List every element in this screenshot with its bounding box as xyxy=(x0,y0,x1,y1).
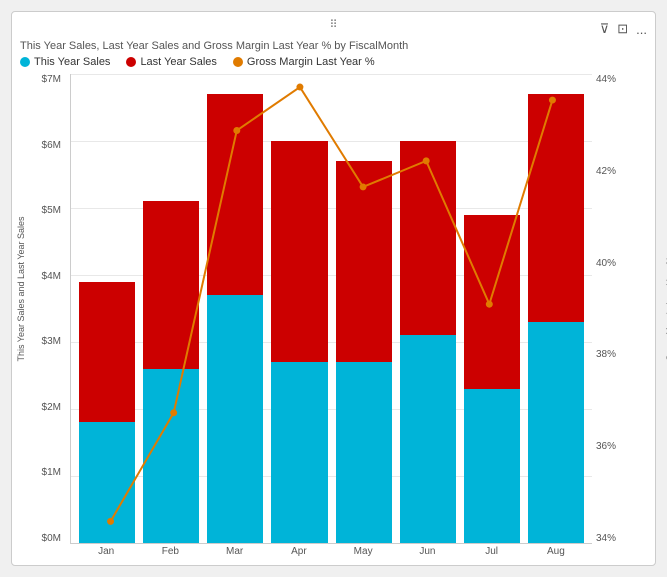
bars-container xyxy=(71,74,592,543)
bar-segment-red xyxy=(143,201,199,368)
y-left-label-6m: $6M xyxy=(42,140,61,151)
y-axis-left-label: This Year Sales and Last Year Sales xyxy=(16,216,26,361)
chart-legend: This Year Sales Last Year Sales Gross Ma… xyxy=(20,56,647,68)
bar-segment-red xyxy=(207,94,263,295)
legend-item-this-year: This Year Sales xyxy=(20,56,110,68)
y-axis-right: 44% 43% 42% 41% 40% 39% 38% 37% 36% 35% … xyxy=(592,74,660,544)
y-left-label-5m: $5M xyxy=(42,205,61,216)
more-icon[interactable]: ... xyxy=(636,22,647,37)
bar-segment-red xyxy=(528,94,584,322)
bar-segment-cyan xyxy=(79,422,135,543)
bar-segment-cyan xyxy=(271,362,327,543)
bar-group xyxy=(271,74,327,543)
bar-group xyxy=(400,74,456,543)
y-left-label-1m: $1M xyxy=(42,467,61,478)
bar-group xyxy=(464,74,520,543)
legend-dot-red xyxy=(126,57,136,67)
y-right-label-40: 40% xyxy=(596,258,616,269)
legend-item-last-year: Last Year Sales xyxy=(126,56,216,68)
bar-segment-red xyxy=(336,161,392,362)
legend-label-this-year: This Year Sales xyxy=(34,56,110,68)
chart-area: $7M $6M $5M $4M $3M $2M $1M $0M xyxy=(20,74,647,544)
x-label-jun: Jun xyxy=(399,546,455,557)
y-left-label-4m: $4M xyxy=(42,271,61,282)
x-labels-row: Jan Feb Mar Apr May Jun Jul Aug xyxy=(70,546,592,557)
y-axis-left: $7M $6M $5M $4M $3M $2M $1M $0M xyxy=(20,74,65,544)
y-left-label-3m: $3M xyxy=(42,336,61,347)
y-right-label-36: 36% xyxy=(596,441,616,452)
legend-label-last-year: Last Year Sales xyxy=(140,56,216,68)
y-right-label-44: 44% xyxy=(596,74,616,85)
bar-segment-cyan xyxy=(207,295,263,543)
bar-group xyxy=(79,74,135,543)
x-label-aug: Aug xyxy=(528,546,584,557)
legend-dot-cyan xyxy=(20,57,30,67)
y-right-label-34: 34% xyxy=(596,533,616,544)
y-left-label-7m: $7M xyxy=(42,74,61,85)
legend-dot-orange xyxy=(233,57,243,67)
legend-label-gross-margin: Gross Margin Last Year % xyxy=(247,56,375,68)
y-right-label-42: 42% xyxy=(596,166,616,177)
y-left-label-0m: $0M xyxy=(42,533,61,544)
chart-card: ⠿ ⊽ ⊡ ... This Year Sales, Last Year Sal… xyxy=(11,11,656,566)
x-label-jan: Jan xyxy=(78,546,134,557)
top-bar: ⠿ ⊽ ⊡ ... xyxy=(20,20,647,38)
bar-segment-red xyxy=(79,282,135,423)
bar-group xyxy=(336,74,392,543)
x-axis-labels: Jan Feb Mar Apr May Jun Jul Aug xyxy=(20,544,647,557)
filter-icon[interactable]: ⊽ xyxy=(600,21,610,37)
legend-item-gross-margin: Gross Margin Last Year % xyxy=(233,56,375,68)
plot-area xyxy=(70,74,592,544)
bar-segment-cyan xyxy=(143,369,199,543)
bar-segment-cyan xyxy=(464,389,520,543)
x-label-feb: Feb xyxy=(142,546,198,557)
bar-segment-cyan xyxy=(400,335,456,543)
bar-segment-red xyxy=(464,215,520,389)
x-label-mar: Mar xyxy=(207,546,263,557)
x-label-apr: Apr xyxy=(271,546,327,557)
bar-segment-cyan xyxy=(336,362,392,543)
y-left-label-2m: $2M xyxy=(42,402,61,413)
bar-segment-red xyxy=(400,141,456,335)
expand-icon[interactable]: ⊡ xyxy=(617,21,628,37)
x-label-jul: Jul xyxy=(464,546,520,557)
bar-segment-red xyxy=(271,141,327,362)
bar-group xyxy=(528,74,584,543)
bar-group xyxy=(143,74,199,543)
drag-handle[interactable]: ⠿ xyxy=(329,18,337,31)
bar-segment-cyan xyxy=(528,322,584,543)
x-label-may: May xyxy=(335,546,391,557)
bar-group xyxy=(207,74,263,543)
chart-title: This Year Sales, Last Year Sales and Gro… xyxy=(20,40,647,52)
y-right-label-38: 38% xyxy=(596,349,616,360)
